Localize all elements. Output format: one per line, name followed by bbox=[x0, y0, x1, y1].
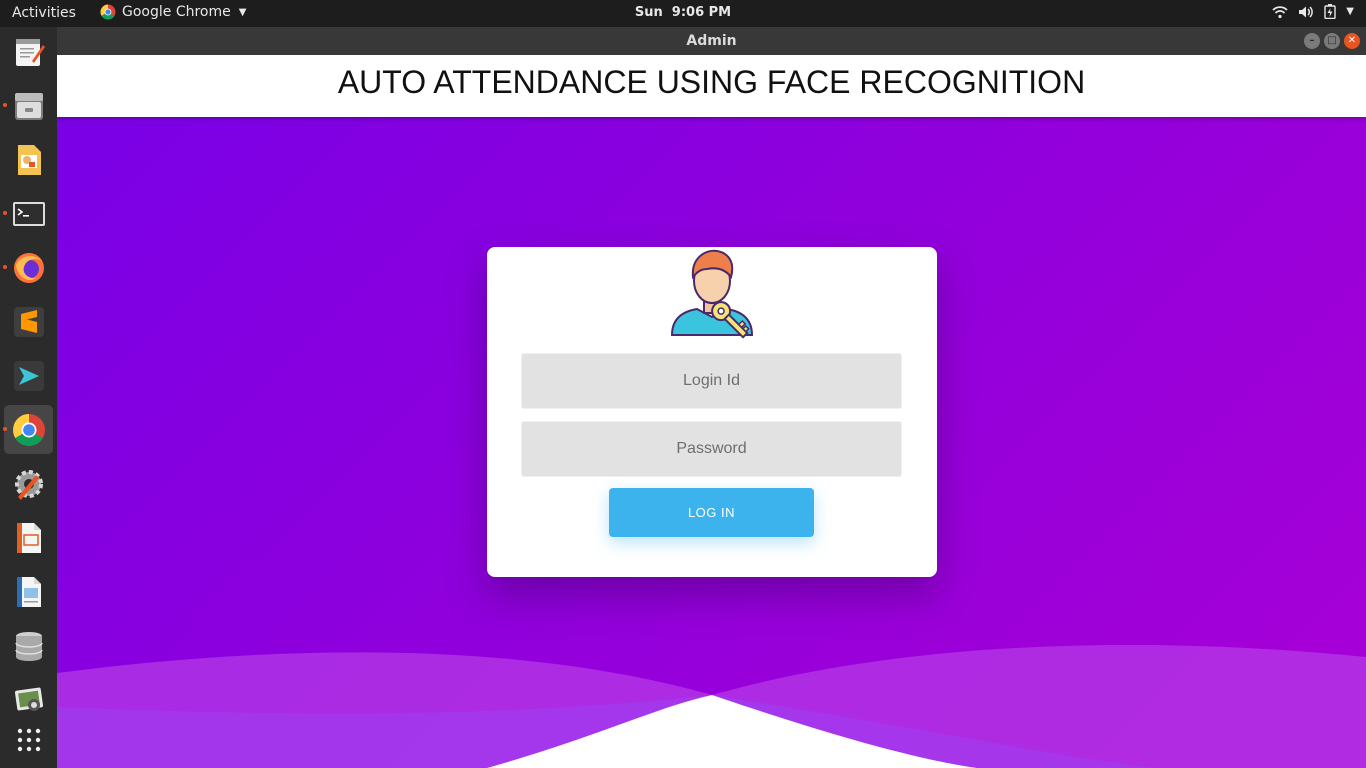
dock-show-apps[interactable] bbox=[4, 715, 53, 764]
system-top-bar: Activities Google Chrome ▼ Sun 9:06 PM ▼ bbox=[0, 0, 1366, 27]
page-header: AUTO ATTENDANCE USING FACE RECOGNITION bbox=[57, 55, 1366, 117]
database-icon bbox=[14, 631, 43, 661]
running-indicator bbox=[3, 103, 7, 107]
running-indicator bbox=[3, 427, 7, 431]
firefox-icon bbox=[13, 252, 44, 283]
dock-files[interactable] bbox=[3, 81, 53, 130]
settings-icon bbox=[14, 469, 43, 500]
wifi-icon bbox=[1272, 5, 1288, 18]
window-title-bar[interactable]: Admin – □ ✕ bbox=[57, 27, 1366, 55]
clock-time[interactable]: 9:06 PM bbox=[672, 5, 731, 20]
password-input[interactable] bbox=[521, 421, 902, 477]
photos-icon bbox=[14, 687, 43, 711]
dock-chrome[interactable] bbox=[3, 405, 53, 454]
chevron-down-icon: ▼ bbox=[1346, 6, 1354, 17]
dock-settings[interactable] bbox=[4, 459, 53, 508]
user-key-icon bbox=[670, 249, 754, 339]
chevron-down-icon: ▼ bbox=[238, 6, 247, 18]
maximize-icon[interactable]: □ bbox=[1324, 33, 1340, 49]
terminal-icon bbox=[12, 201, 45, 226]
text-editor-icon bbox=[15, 38, 45, 66]
remote-desktop-icon bbox=[13, 360, 44, 391]
dock-impress[interactable] bbox=[4, 513, 53, 562]
dock-firefox[interactable] bbox=[3, 243, 53, 292]
chrome-icon bbox=[12, 413, 45, 446]
dock-terminal[interactable] bbox=[3, 189, 53, 238]
hero-background: LOG IN bbox=[57, 117, 1366, 768]
writer-icon bbox=[16, 576, 41, 607]
running-indicator bbox=[3, 211, 7, 215]
app-menu[interactable]: Google Chrome ▼ bbox=[100, 4, 246, 20]
login-id-input[interactable] bbox=[521, 353, 902, 409]
dock-writer[interactable] bbox=[4, 567, 53, 616]
window-controls: – □ ✕ bbox=[1304, 33, 1360, 49]
browser-content: AUTO ATTENDANCE USING FACE RECOGNITION L… bbox=[57, 55, 1366, 768]
window-title: Admin bbox=[686, 33, 737, 49]
minimize-icon[interactable]: – bbox=[1304, 33, 1320, 49]
login-card: LOG IN bbox=[487, 247, 937, 577]
volume-icon bbox=[1299, 5, 1314, 18]
battery-icon bbox=[1324, 4, 1336, 19]
login-button[interactable]: LOG IN bbox=[609, 488, 814, 537]
impress-icon bbox=[16, 522, 41, 553]
image-viewer-icon bbox=[17, 144, 41, 175]
chrome-icon bbox=[100, 4, 116, 20]
page-title: AUTO ATTENDANCE USING FACE RECOGNITION bbox=[337, 64, 1086, 100]
files-icon bbox=[14, 92, 43, 120]
activities-button[interactable]: Activities bbox=[12, 5, 76, 21]
close-icon[interactable]: ✕ bbox=[1344, 33, 1360, 49]
dock-remote-desktop[interactable] bbox=[4, 351, 53, 400]
clock-day[interactable]: Sun bbox=[635, 5, 663, 20]
dock bbox=[0, 27, 57, 768]
app-menu-label: Google Chrome bbox=[122, 4, 231, 20]
dock-text-editor[interactable] bbox=[4, 27, 53, 76]
dock-database[interactable] bbox=[4, 621, 53, 670]
dock-image-viewer[interactable] bbox=[4, 135, 53, 184]
system-tray[interactable]: ▼ bbox=[1272, 4, 1354, 19]
dock-sublime-text[interactable] bbox=[4, 297, 53, 346]
running-indicator bbox=[3, 265, 7, 269]
sublime-text-icon bbox=[13, 306, 44, 337]
show-apps-icon bbox=[17, 728, 40, 751]
